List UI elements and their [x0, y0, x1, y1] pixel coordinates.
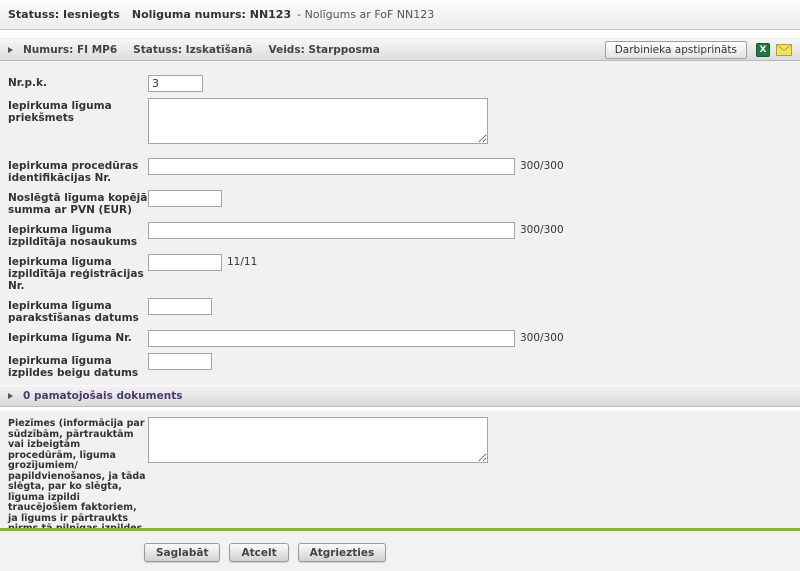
field-row-nrpk: Nr.p.k.	[8, 75, 792, 92]
field-label: Iepirkuma līguma izpildītāja reģistrācij…	[8, 254, 148, 292]
field-row-procedure-id: Iepirkuma procedūras identifikācijas Nr.…	[8, 158, 792, 184]
excel-export-icon[interactable]: X	[756, 43, 770, 57]
char-counter: 300/300	[520, 158, 564, 175]
procedure-id-input[interactable]	[148, 158, 515, 175]
status-value: Statuss: Iesniegts	[8, 8, 120, 21]
field-row-subject: Iepirkuma līguma priekšmets	[8, 98, 792, 144]
save-button[interactable]: Saglabāt	[144, 543, 220, 562]
agreement-number: Noliguma numurs: NN123	[132, 8, 291, 21]
spacer	[0, 30, 800, 38]
chevron-right-icon[interactable]	[8, 393, 13, 399]
signing-date-input[interactable]	[148, 298, 212, 315]
panel-header: Numurs: FI MP6 Statuss: Izskatīšanā Veid…	[0, 38, 800, 61]
footer-buttons: Saglabāt Atcelt Atgriezties	[0, 531, 800, 571]
total-sum-input[interactable]	[148, 190, 222, 207]
field-label: Iepirkuma līguma izpildes beigu datums	[8, 353, 148, 379]
notes-textarea[interactable]	[148, 417, 488, 463]
panel-number: Numurs: FI MP6	[23, 44, 117, 56]
executor-name-input[interactable]	[148, 222, 515, 239]
field-row-total-sum: Noslēgtā līguma kopējā summa ar PVN (EUR…	[8, 190, 792, 216]
field-label: Iepirkuma līguma parakstīšanas datums	[8, 298, 148, 324]
field-row-end-date: Iepirkuma līguma izpildes beigu datums	[8, 353, 792, 379]
contract-form: Nr.p.k. Iepirkuma līguma priekšmets Iepi…	[0, 61, 800, 379]
subject-textarea[interactable]	[148, 98, 488, 144]
field-row-executor-name: Iepirkuma līguma izpildītāja nosaukums 3…	[8, 222, 792, 248]
field-label: Nr.p.k.	[8, 75, 148, 89]
documents-section-label[interactable]: 0 pamatojošais dokuments	[23, 390, 182, 402]
char-counter: 300/300	[520, 222, 564, 239]
field-label: Iepirkuma līguma Nr.	[8, 330, 148, 344]
cancel-button[interactable]: Atcelt	[229, 543, 288, 562]
field-row-executor-regnr: Iepirkuma līguma izpildītāja reģistrācij…	[8, 254, 792, 292]
contract-nr-input[interactable]	[148, 330, 515, 347]
nrpk-input[interactable]	[148, 75, 203, 92]
mail-icon[interactable]	[776, 44, 792, 56]
back-button[interactable]: Atgriezties	[298, 543, 387, 562]
char-counter: 11/11	[227, 254, 257, 271]
field-row-signing-date: Iepirkuma līguma parakstīšanas datums	[8, 298, 792, 324]
char-counter: 300/300	[520, 330, 564, 347]
notes-row: Piezīmes (informācija par sūdzībām, pārt…	[0, 411, 800, 533]
field-label: Iepirkuma procedūras identifikācijas Nr.	[8, 158, 148, 184]
status-bar: Statuss: Iesniegts Noliguma numurs: NN12…	[0, 0, 800, 30]
documents-section-header[interactable]: 0 pamatojošais dokuments	[0, 385, 800, 407]
field-label: Iepirkuma līguma priekšmets	[8, 98, 148, 124]
end-date-input[interactable]	[148, 353, 212, 370]
employee-approved-button[interactable]: Darbinieka apstiprināts	[605, 41, 747, 59]
field-label: Iepirkuma līguma izpildītāja nosaukums	[8, 222, 148, 248]
executor-regnr-input[interactable]	[148, 254, 222, 271]
field-row-contract-nr: Iepirkuma līguma Nr. 300/300	[8, 330, 792, 347]
chevron-right-icon[interactable]	[8, 47, 13, 53]
page: Statuss: Iesniegts Noliguma numurs: NN12…	[0, 0, 800, 571]
panel-status: Statuss: Izskatīšanā	[133, 44, 252, 56]
agreement-title: - Nolīgums ar FoF NN123	[297, 8, 434, 21]
field-label: Noslēgtā līguma kopējā summa ar PVN (EUR…	[8, 190, 148, 216]
notes-label: Piezīmes (informācija par sūdzībām, pārt…	[8, 417, 148, 533]
footer: Saglabāt Atcelt Atgriezties	[0, 528, 800, 571]
panel-type: Veids: Starpposma	[269, 44, 380, 56]
